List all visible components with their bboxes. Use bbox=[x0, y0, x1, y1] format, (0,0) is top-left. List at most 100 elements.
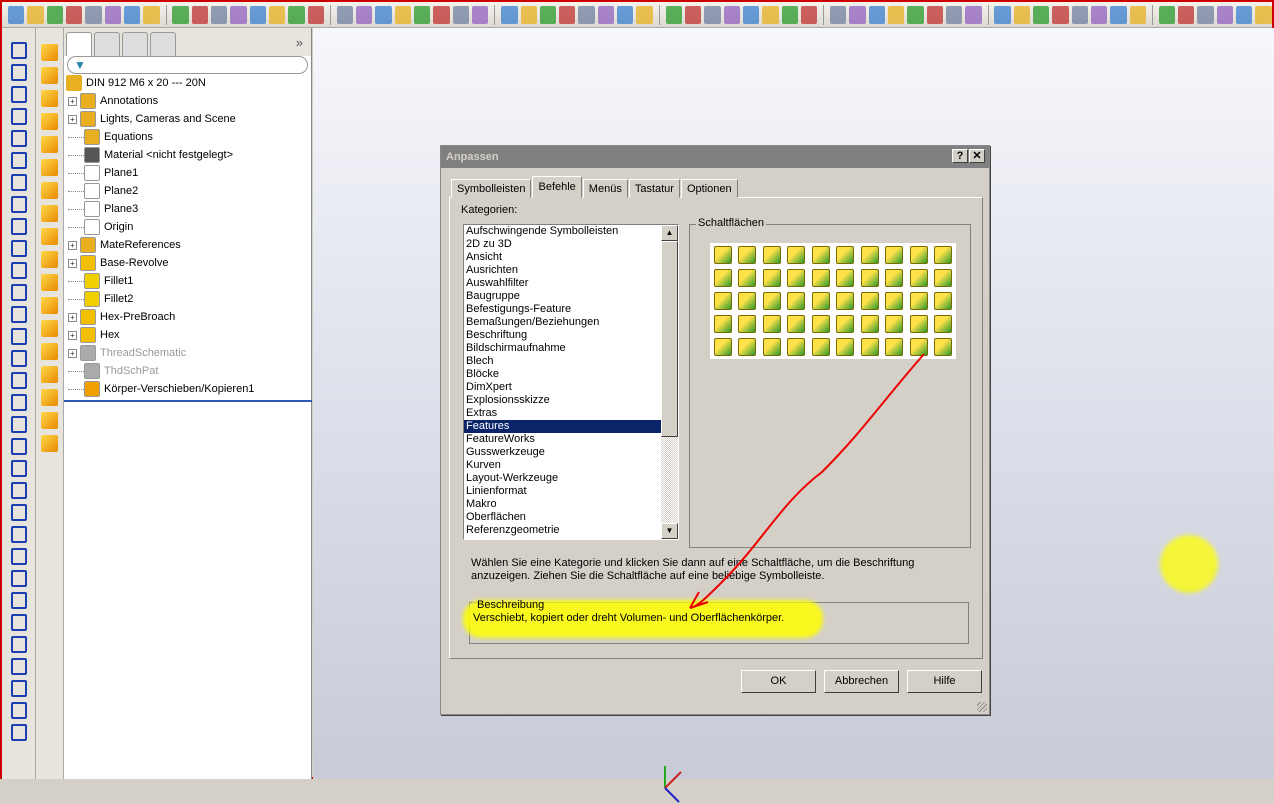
feature-command-button[interactable] bbox=[738, 292, 757, 310]
tree-item[interactable]: + Base-Revolve bbox=[64, 254, 311, 272]
toolbar-button-icon[interactable] bbox=[704, 5, 721, 24]
tab-menüs[interactable]: Menüs bbox=[582, 179, 628, 198]
tree-item[interactable]: Plane1 bbox=[64, 164, 311, 182]
sketch-tool-icon[interactable] bbox=[10, 482, 27, 499]
tree-item[interactable]: + Lights, Cameras and Scene bbox=[64, 110, 311, 128]
feature-command-button[interactable] bbox=[811, 292, 830, 310]
feature-command-button[interactable] bbox=[811, 246, 830, 264]
expand-icon[interactable]: + bbox=[68, 240, 77, 250]
feature-tool-icon[interactable] bbox=[41, 435, 58, 452]
sketch-tool-icon[interactable] bbox=[10, 108, 27, 125]
category-item[interactable]: 2D zu 3D bbox=[464, 238, 661, 251]
toolbar-button-icon[interactable] bbox=[394, 5, 412, 24]
toolbar-button-icon[interactable] bbox=[123, 5, 141, 24]
feature-tool-icon[interactable] bbox=[41, 182, 58, 199]
cancel-button[interactable]: Abbrechen bbox=[824, 670, 899, 693]
expand-icon[interactable]: + bbox=[68, 96, 77, 106]
category-item[interactable]: Layout-Werkzeuge bbox=[464, 472, 661, 485]
feature-command-button[interactable] bbox=[934, 246, 953, 264]
feature-command-button[interactable] bbox=[762, 246, 781, 264]
category-item[interactable]: Auswahlfilter bbox=[464, 277, 661, 290]
tree-filter-input[interactable]: ▼ bbox=[67, 56, 308, 74]
feature-tool-icon[interactable] bbox=[41, 251, 58, 268]
toolbar-button-icon[interactable] bbox=[433, 5, 450, 24]
expand-icon[interactable]: + bbox=[68, 330, 77, 340]
propertymanager-tab[interactable] bbox=[94, 32, 120, 56]
toolbar-button-icon[interactable] bbox=[172, 5, 189, 24]
feature-tool-icon[interactable] bbox=[41, 159, 58, 176]
toolbar-button-icon[interactable] bbox=[288, 5, 305, 24]
feature-command-button[interactable] bbox=[762, 338, 781, 356]
feature-command-button[interactable] bbox=[885, 246, 904, 264]
feature-command-button[interactable] bbox=[885, 338, 904, 356]
sketch-tool-icon[interactable] bbox=[10, 636, 27, 653]
feature-tool-icon[interactable] bbox=[41, 90, 58, 107]
category-item[interactable]: Gusswerkzeuge bbox=[464, 446, 661, 459]
sketch-tool-icon[interactable] bbox=[10, 724, 27, 741]
toolbar-button-icon[interactable] bbox=[143, 5, 160, 24]
help-button[interactable]: Hilfe bbox=[907, 670, 982, 693]
tab-optionen[interactable]: Optionen bbox=[680, 179, 738, 198]
toolbar-button-icon[interactable] bbox=[1129, 5, 1146, 24]
category-item[interactable]: Bemaßungen/Beziehungen bbox=[464, 316, 661, 329]
toolbar-button-icon[interactable] bbox=[1013, 5, 1031, 24]
sketch-tool-icon[interactable] bbox=[10, 372, 27, 389]
toolbar-button-icon[interactable] bbox=[965, 5, 982, 24]
dimxpert-tab[interactable] bbox=[150, 32, 176, 56]
toolbar-button-icon[interactable] bbox=[1091, 5, 1108, 24]
feature-command-button[interactable] bbox=[836, 315, 855, 333]
featuremanager-tab[interactable] bbox=[66, 32, 92, 56]
toolbar-button-icon[interactable] bbox=[375, 5, 392, 24]
toolbar-button-icon[interactable] bbox=[926, 5, 943, 24]
feature-tool-icon[interactable] bbox=[41, 297, 58, 314]
feature-command-button[interactable] bbox=[860, 338, 879, 356]
category-item[interactable]: Ansicht bbox=[464, 251, 661, 264]
sketch-tool-icon[interactable] bbox=[10, 240, 27, 257]
tree-item[interactable]: Origin bbox=[64, 218, 311, 236]
tree-item[interactable]: + Annotations bbox=[64, 92, 311, 110]
tree-item[interactable]: + Hex bbox=[64, 326, 311, 344]
categories-list[interactable]: Aufschwingende Symbolleisten 2D zu 3D Ansi… bbox=[463, 224, 679, 540]
feature-tool-icon[interactable] bbox=[41, 343, 58, 360]
feature-tool-icon[interactable] bbox=[41, 205, 58, 222]
toolbar-button-icon[interactable] bbox=[559, 5, 576, 24]
toolbar-button-icon[interactable] bbox=[1110, 5, 1127, 24]
sketch-tool-icon[interactable] bbox=[10, 42, 27, 59]
resize-grip[interactable] bbox=[977, 702, 987, 712]
tree-item[interactable]: + Hex-PreBroach bbox=[64, 308, 311, 326]
toolbar-button-icon[interactable] bbox=[1052, 5, 1069, 24]
toolbar-button-icon[interactable] bbox=[617, 5, 634, 24]
expand-icon[interactable]: + bbox=[68, 114, 77, 124]
feature-command-button[interactable] bbox=[885, 315, 904, 333]
feature-command-button[interactable] bbox=[836, 246, 855, 264]
toolbar-button-icon[interactable] bbox=[945, 5, 963, 24]
feature-tool-icon[interactable] bbox=[41, 136, 58, 153]
close-button[interactable]: ✕ bbox=[969, 149, 985, 163]
toolbar-button-icon[interactable] bbox=[211, 5, 228, 24]
feature-tool-icon[interactable] bbox=[41, 228, 58, 245]
tab-befehle[interactable]: Befehle bbox=[532, 176, 582, 198]
feature-command-button[interactable] bbox=[713, 315, 732, 333]
category-item[interactable]: Linienformat bbox=[464, 485, 661, 498]
toolbar-button-icon[interactable] bbox=[230, 5, 247, 24]
toolbar-button-icon[interactable] bbox=[1071, 5, 1088, 24]
feature-command-button[interactable] bbox=[738, 315, 757, 333]
tree-item[interactable]: ThdSchPat bbox=[64, 362, 311, 380]
toolbar-button-icon[interactable] bbox=[104, 5, 121, 24]
toolbar-button-icon[interactable] bbox=[1158, 5, 1176, 24]
feature-command-button[interactable] bbox=[934, 292, 953, 310]
categories-scrollbar[interactable]: ▲ ▼ bbox=[661, 225, 678, 539]
toolbar-button-icon[interactable] bbox=[636, 5, 653, 24]
feature-command-button[interactable] bbox=[738, 246, 757, 264]
configurationmanager-tab[interactable] bbox=[122, 32, 148, 56]
toolbar-button-icon[interactable] bbox=[684, 5, 702, 24]
tree-item[interactable]: Fillet1 bbox=[64, 272, 311, 290]
sketch-tool-icon[interactable] bbox=[10, 262, 27, 279]
sketch-tool-icon[interactable] bbox=[10, 152, 27, 169]
toolbar-button-icon[interactable] bbox=[781, 5, 798, 24]
feature-command-button[interactable] bbox=[909, 292, 928, 310]
tree-item[interactable]: + MateReferences bbox=[64, 236, 311, 254]
sketch-tool-icon[interactable] bbox=[10, 64, 27, 81]
scroll-thumb[interactable] bbox=[661, 241, 678, 437]
category-item[interactable]: Features bbox=[464, 420, 661, 433]
